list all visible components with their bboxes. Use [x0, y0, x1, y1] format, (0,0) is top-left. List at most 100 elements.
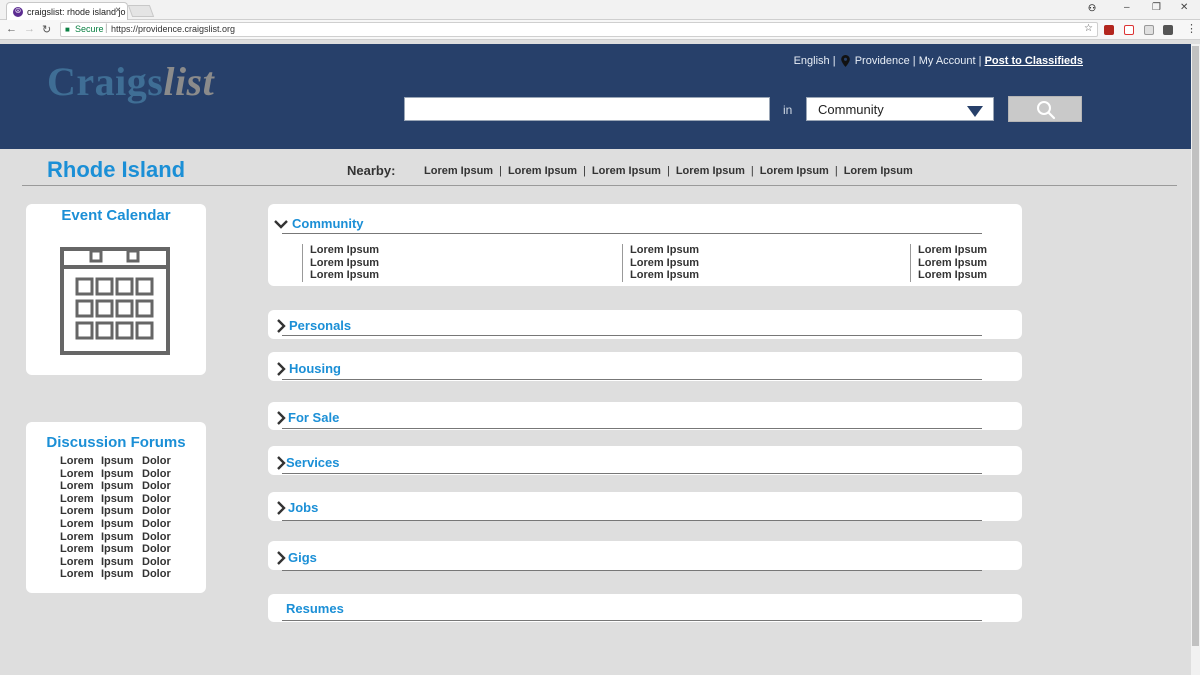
- forum-link[interactable]: Dolor: [142, 468, 183, 480]
- nearby-link[interactable]: Lorem Ipsum: [508, 165, 577, 177]
- forum-row: Lorem Ipsum Dolor: [60, 531, 183, 544]
- category-select[interactable]: Community: [806, 97, 994, 121]
- forum-link[interactable]: Lorem: [60, 480, 101, 492]
- forum-link[interactable]: Ipsum: [101, 543, 142, 555]
- category-panel-gigs[interactable]: Gigs: [268, 541, 1022, 571]
- subcategory-link[interactable]: Lorem Ipsum: [918, 269, 987, 282]
- subcategory-link[interactable]: Lorem Ipsum: [918, 257, 987, 270]
- lock-icon: ■: [65, 25, 70, 34]
- category-panel-community[interactable]: Community Lorem Ipsum Lorem Ipsum Lorem Ips…: [268, 204, 1022, 286]
- my-account-link[interactable]: My Account |: [919, 55, 982, 67]
- chevron-right-icon[interactable]: [274, 411, 288, 425]
- extension-icon[interactable]: [1144, 25, 1154, 35]
- forum-link[interactable]: Dolor: [142, 531, 183, 543]
- close-window-icon[interactable]: ✕: [1180, 2, 1188, 13]
- subcategory-link[interactable]: Lorem Ipsum: [310, 244, 379, 257]
- forum-link[interactable]: Ipsum: [101, 505, 142, 517]
- search-button[interactable]: [1008, 96, 1082, 122]
- extension-icon[interactable]: [1163, 25, 1173, 35]
- forum-link[interactable]: Ipsum: [101, 568, 142, 580]
- nearby-link[interactable]: Lorem Ipsum: [592, 165, 661, 177]
- forum-link[interactable]: Lorem: [60, 556, 101, 568]
- extension-icon[interactable]: [1124, 25, 1134, 35]
- forum-link[interactable]: Lorem: [60, 531, 101, 543]
- forum-link[interactable]: Lorem: [60, 455, 101, 467]
- forum-link[interactable]: Lorem: [60, 518, 101, 530]
- chevron-right-icon[interactable]: [274, 501, 288, 515]
- forward-icon[interactable]: →: [24, 23, 35, 35]
- category-label[interactable]: For Sale: [288, 410, 339, 425]
- forum-link[interactable]: Dolor: [142, 455, 183, 467]
- forum-link[interactable]: Dolor: [142, 556, 183, 568]
- category-panel-housing[interactable]: Housing: [268, 352, 1022, 381]
- forum-link[interactable]: Dolor: [142, 505, 183, 517]
- category-label[interactable]: Personals: [289, 318, 351, 333]
- forum-link[interactable]: Lorem: [60, 493, 101, 505]
- scrollbar[interactable]: [1191, 44, 1200, 675]
- url-separator: |: [105, 23, 108, 34]
- subcategory-link[interactable]: Lorem Ipsum: [630, 244, 699, 257]
- profile-icon[interactable]: ⚇: [1088, 3, 1096, 14]
- craigslist-logo[interactable]: Craigslist: [47, 58, 214, 105]
- ublock-extension-icon[interactable]: [1104, 25, 1114, 35]
- forum-link[interactable]: Lorem: [60, 468, 101, 480]
- forum-link[interactable]: Ipsum: [101, 556, 142, 568]
- tab-close-icon[interactable]: ×: [115, 5, 121, 16]
- category-label[interactable]: Community: [292, 216, 364, 231]
- reload-icon[interactable]: ↻: [42, 23, 51, 36]
- nearby-link[interactable]: Lorem Ipsum: [676, 165, 745, 177]
- forum-link[interactable]: Dolor: [142, 518, 183, 530]
- search-input[interactable]: [404, 97, 770, 121]
- category-label[interactable]: Gigs: [288, 550, 317, 565]
- city-link[interactable]: Providence |: [855, 55, 916, 67]
- address-bar[interactable]: ■ Secure | https://providence.craigslist…: [60, 22, 1098, 37]
- forum-link[interactable]: Dolor: [142, 493, 183, 505]
- chevron-right-icon[interactable]: [274, 319, 288, 333]
- scrollbar-thumb[interactable]: [1192, 46, 1199, 646]
- event-calendar-title[interactable]: Event Calendar: [26, 207, 206, 224]
- menu-dots-icon[interactable]: ⋮: [1186, 22, 1197, 35]
- subcategory-link[interactable]: Lorem Ipsum: [918, 244, 987, 257]
- category-panel-services[interactable]: Services: [268, 446, 1022, 475]
- chevron-right-icon[interactable]: [274, 362, 288, 376]
- forum-link[interactable]: Ipsum: [101, 493, 142, 505]
- minimize-icon[interactable]: –: [1124, 2, 1130, 13]
- category-panel-jobs[interactable]: Jobs: [268, 492, 1022, 521]
- category-label[interactable]: Resumes: [286, 601, 344, 616]
- new-tab-button[interactable]: [127, 5, 155, 17]
- chevron-down-icon[interactable]: [274, 217, 288, 231]
- restore-icon[interactable]: ❐: [1152, 2, 1161, 13]
- category-label[interactable]: Housing: [289, 361, 341, 376]
- language-link[interactable]: English |: [794, 55, 836, 67]
- back-icon[interactable]: ←: [6, 23, 17, 35]
- category-panel-personals[interactable]: Personals: [268, 310, 1022, 339]
- subcategory-link[interactable]: Lorem Ipsum: [630, 257, 699, 270]
- forum-link[interactable]: Dolor: [142, 543, 183, 555]
- subcategory-link[interactable]: Lorem Ipsum: [310, 269, 379, 282]
- bookmark-star-icon[interactable]: ☆: [1084, 23, 1093, 34]
- subcategory-link[interactable]: Lorem Ipsum: [310, 257, 379, 270]
- forum-link[interactable]: Ipsum: [101, 531, 142, 543]
- subcategory-link[interactable]: Lorem Ipsum: [630, 269, 699, 282]
- nearby-link[interactable]: Lorem Ipsum: [844, 165, 913, 177]
- forum-link[interactable]: Lorem: [60, 505, 101, 517]
- category-label[interactable]: Jobs: [288, 500, 318, 515]
- discussion-forums-title[interactable]: Discussion Forums: [26, 434, 206, 451]
- category-panel-resumes[interactable]: Resumes: [268, 594, 1022, 622]
- forum-link[interactable]: Lorem: [60, 543, 101, 555]
- forum-link[interactable]: Ipsum: [101, 518, 142, 530]
- category-panel-for-sale[interactable]: For Sale: [268, 402, 1022, 430]
- forum-link[interactable]: Ipsum: [101, 480, 142, 492]
- category-label[interactable]: Services: [286, 455, 340, 470]
- browser-tab[interactable]: ☮ craigslist: rhode island jo ×: [6, 2, 128, 20]
- forum-link[interactable]: Ipsum: [101, 468, 142, 480]
- forum-link[interactable]: Lorem: [60, 568, 101, 580]
- post-to-classifieds-link[interactable]: Post to Classifieds: [985, 55, 1083, 67]
- forum-link[interactable]: Dolor: [142, 568, 183, 580]
- calendar-icon[interactable]: [60, 247, 170, 355]
- nearby-link[interactable]: Lorem Ipsum: [760, 165, 829, 177]
- forum-link[interactable]: Dolor: [142, 480, 183, 492]
- chevron-right-icon[interactable]: [274, 551, 288, 565]
- nearby-link[interactable]: Lorem Ipsum: [424, 165, 493, 177]
- forum-link[interactable]: Ipsum: [101, 455, 142, 467]
